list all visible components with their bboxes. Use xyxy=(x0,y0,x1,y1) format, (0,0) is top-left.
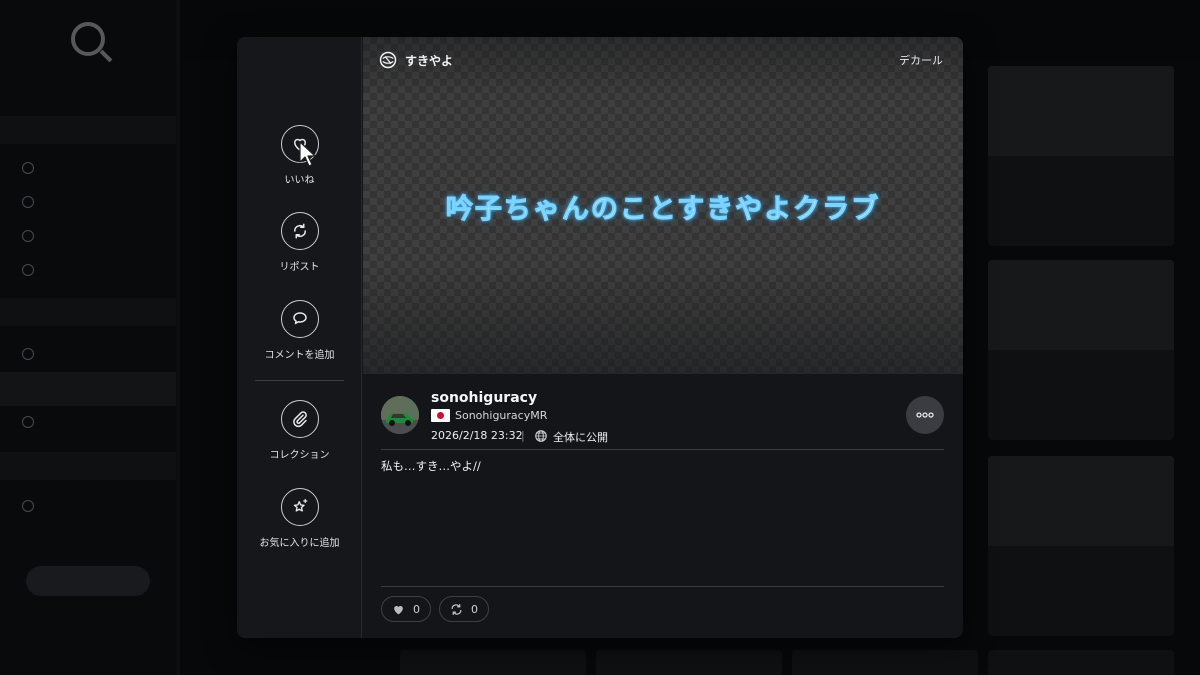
repost-count: 0 xyxy=(471,602,478,616)
username[interactable]: sonohiguracy xyxy=(431,390,537,406)
background-card xyxy=(988,650,1174,675)
sidebar-divider xyxy=(255,380,344,381)
search-icon xyxy=(71,22,105,56)
comment-icon-circle xyxy=(280,300,319,338)
preview-header: すきやよ xyxy=(379,51,453,69)
background-nav-item xyxy=(22,416,44,428)
add-favorite-button[interactable]: お気に入りに追加 xyxy=(237,488,362,549)
post-datetime: 2026/2/18 23:32 xyxy=(431,429,523,442)
background-section xyxy=(0,452,176,480)
action-sidebar: いいね リポスト コメントを追加 コレクション お気に入りに追加 xyxy=(237,37,362,638)
background-close-button xyxy=(26,566,150,596)
repost-small-icon xyxy=(451,603,462,615)
background-nav-item xyxy=(22,348,44,360)
background-nav-item xyxy=(22,500,44,512)
decal-preview: すきやよ デカール 吟子ちゃんのことすきやよクラブ xyxy=(363,37,963,374)
post-info: sonohiguracy SonohiguracyMR 2026/2/18 23… xyxy=(363,374,963,638)
background-sidebar xyxy=(0,0,176,675)
add-favorite-label: お気に入りに追加 xyxy=(259,538,340,549)
like-button[interactable]: いいね xyxy=(237,125,362,186)
repost-icon-circle xyxy=(280,212,319,250)
preview-category: デカール xyxy=(899,54,943,67)
divider-bottom xyxy=(381,586,944,587)
collection-label: コレクション xyxy=(269,450,330,461)
more-options-button[interactable] xyxy=(906,396,944,434)
background-card xyxy=(596,650,782,675)
star-sparkle-icon xyxy=(293,498,307,512)
like-count-button[interactable]: 0 xyxy=(381,596,431,622)
repost-count-button[interactable]: 0 xyxy=(439,596,489,622)
psn-id: SonohiguracyMR xyxy=(455,409,548,422)
preview-title: すきやよ xyxy=(405,53,454,68)
repost-label: リポスト xyxy=(279,262,320,273)
visibility-status: 全体に公開 xyxy=(553,431,608,444)
globe-icon xyxy=(535,430,547,442)
divider-top xyxy=(381,449,944,450)
background-section xyxy=(0,116,176,144)
favorite-icon-circle xyxy=(280,488,319,526)
background-nav-item xyxy=(22,230,44,242)
background-card xyxy=(988,66,1174,246)
collection-button[interactable]: コレクション xyxy=(237,400,362,461)
collection-icon-circle xyxy=(280,400,319,438)
more-dots-icon xyxy=(916,412,934,418)
background-card xyxy=(792,650,978,675)
background-section xyxy=(0,298,176,326)
background-showcase xyxy=(48,22,128,78)
background-nav-item xyxy=(22,196,44,208)
background-nav-item xyxy=(22,264,44,276)
background-nav-active xyxy=(0,372,176,406)
paperclip-icon xyxy=(292,411,307,428)
like-count: 0 xyxy=(413,602,420,616)
avatar-car-image xyxy=(381,396,419,434)
comment-icon xyxy=(292,312,307,325)
post-caption: 私も…すき…やよ// xyxy=(381,459,481,473)
add-comment-button[interactable]: コメントを追加 xyxy=(237,300,362,361)
gt-logo-icon xyxy=(379,51,397,69)
background-card xyxy=(988,456,1174,636)
heart-filled-icon xyxy=(394,605,403,614)
background-nav-item xyxy=(22,162,44,174)
japan-flag-icon xyxy=(431,409,450,422)
background-card xyxy=(988,260,1174,440)
like-label: いいね xyxy=(284,175,315,186)
post-detail-modal: いいね リポスト コメントを追加 コレクション お気に入りに追加 すきやよ デカ… xyxy=(237,37,963,638)
heart-icon xyxy=(293,138,306,151)
repost-button[interactable]: リポスト xyxy=(237,212,362,273)
decal-image-text: 吟子ちゃんのことすきやよクラブ xyxy=(445,194,881,226)
add-comment-label: コメントを追加 xyxy=(264,350,335,361)
background-card xyxy=(400,650,586,675)
repost-icon xyxy=(293,223,306,239)
like-icon-circle xyxy=(280,125,319,163)
avatar[interactable] xyxy=(381,396,419,434)
meta-separator: | xyxy=(521,429,525,442)
